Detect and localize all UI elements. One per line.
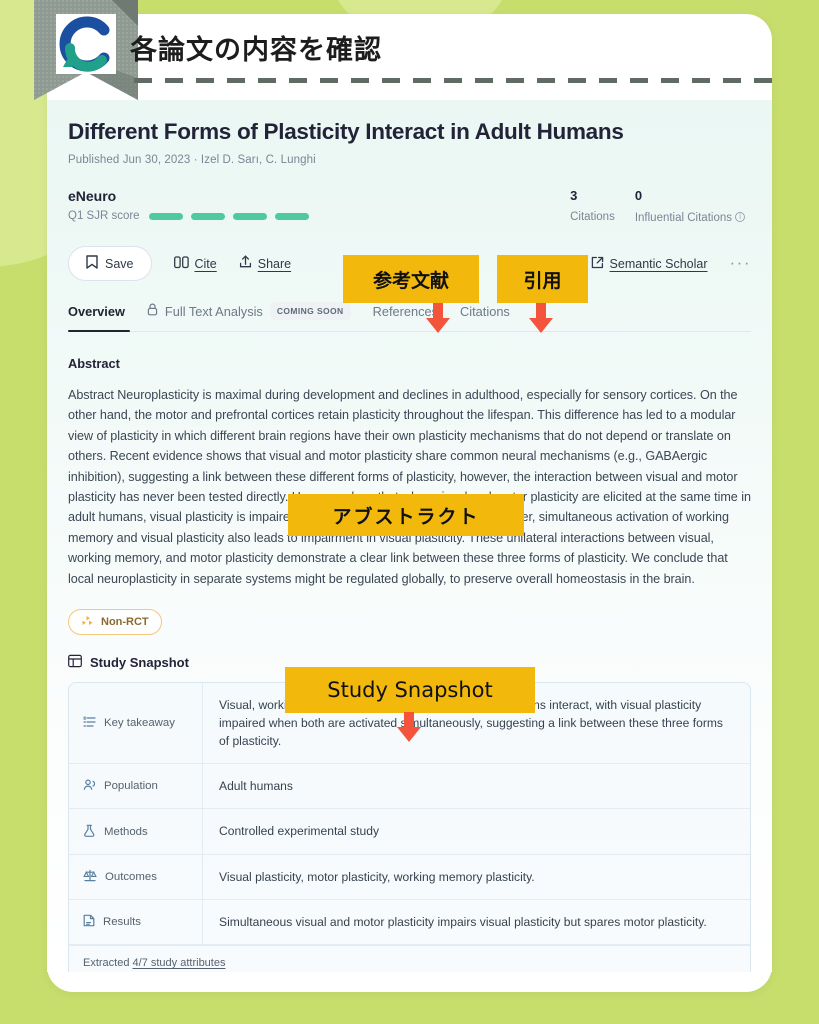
tab-full-text-analysis-label: Full Text Analysis xyxy=(164,303,263,319)
consensus-logo-ribbon xyxy=(34,0,138,118)
citations-label: Citations xyxy=(570,211,615,223)
tab-overview-label: Overview xyxy=(68,303,125,319)
row-value-outcomes: Visual plasticity, motor plasticity, wor… xyxy=(219,869,535,884)
row-key-label: Population xyxy=(104,780,158,793)
journal-block: eNeuro Q1 SJR score xyxy=(68,188,309,222)
row-key-key-takeaway: Key takeaway xyxy=(69,682,203,764)
influential-citations-count: 0 xyxy=(634,188,643,203)
sjr-bar xyxy=(232,212,267,220)
row-value-population: Adult humans xyxy=(219,779,293,794)
flask-icon xyxy=(83,824,96,840)
tab-full-text-analysis[interactable]: Full Text Analysis COMING SOON xyxy=(147,302,351,320)
cite-button[interactable]: Cite xyxy=(173,255,217,272)
paper-meta-row: eNeuro Q1 SJR score 3 Citations 0 Influe… xyxy=(68,188,751,224)
share-label: Share xyxy=(257,256,292,271)
lock-icon xyxy=(147,303,158,319)
table-row: Population Adult humans xyxy=(69,764,750,810)
semantic-scholar-link[interactable]: Semantic Scholar xyxy=(591,256,708,272)
snapshot-footer-prefix: Extracted xyxy=(83,956,133,969)
callout-abstract: アブストラクト xyxy=(288,494,524,536)
save-button[interactable]: Save xyxy=(68,246,152,281)
snapshot-heading-label: Study Snapshot xyxy=(90,654,189,670)
cite-label: Cite xyxy=(194,256,217,271)
row-key-outcomes: Outcomes xyxy=(69,854,203,899)
semantic-scholar-label: Semantic Scholar xyxy=(609,256,708,271)
table-row: Methods Controlled experimental study xyxy=(69,809,750,855)
row-value-results: Simultaneous visual and motor plasticity… xyxy=(219,914,707,929)
tab-citations[interactable]: Citations xyxy=(460,304,510,319)
snapshot-footer: Extracted 4/7 study attributes xyxy=(69,944,750,972)
paper-byline: Published Jun 30, 2023 · Izel D. Sarı, C… xyxy=(68,154,316,166)
citation-metrics: 3 Citations 0 Influential Citations xyxy=(570,188,751,224)
sjr-bar xyxy=(148,212,183,220)
report-icon xyxy=(83,914,95,930)
study-type-badge: Non-RCT xyxy=(68,608,162,635)
abstract-heading: Abstract xyxy=(68,356,120,371)
influential-citations-label: Influential Citations xyxy=(635,211,745,224)
citations-count: 3 xyxy=(570,188,578,203)
arrow-citations xyxy=(527,303,555,333)
quote-icon xyxy=(173,255,189,272)
list-icon xyxy=(83,716,96,731)
divider-dashed xyxy=(134,78,782,83)
arrows-icon xyxy=(81,615,94,629)
active-tab-indicator xyxy=(68,329,130,332)
more-options-button[interactable]: ··· xyxy=(730,254,751,271)
row-key-label: Outcomes xyxy=(105,870,157,883)
bookmark-icon xyxy=(86,255,98,272)
share-icon xyxy=(239,255,252,272)
study-attributes-link[interactable]: 4/7 study attributes xyxy=(133,957,226,969)
arrow-study-snapshot xyxy=(395,712,423,742)
sjr-bars xyxy=(148,212,309,220)
table-icon xyxy=(68,654,82,671)
coming-soon-badge: COMING SOON xyxy=(269,302,351,320)
journal-name: eNeuro xyxy=(68,188,117,204)
sjr-bar xyxy=(190,212,225,220)
tab-overview[interactable]: Overview xyxy=(68,304,125,319)
metric-influential-citations: 0 Influential Citations xyxy=(635,188,745,224)
save-label: Save xyxy=(105,256,134,271)
people-icon xyxy=(83,779,96,794)
table-row: Results Simultaneous visual and motor pl… xyxy=(69,899,750,945)
study-type-label: Non-RCT xyxy=(101,615,149,628)
row-key-results: Results xyxy=(69,899,203,944)
row-value-methods: Controlled experimental study xyxy=(219,824,379,839)
abstract-text: Abstract Neuroplasticity is maximal duri… xyxy=(68,388,751,586)
row-key-population: Population xyxy=(69,764,203,809)
scale-icon xyxy=(83,869,97,885)
paper-title: Different Forms of Plasticity Interact i… xyxy=(68,119,624,144)
callout-references: 参考文献 xyxy=(343,255,479,303)
arrow-references xyxy=(424,303,452,333)
page-title: 各論文の内容を確認 xyxy=(130,35,382,66)
paper-detail-pane: Different Forms of Plasticity Interact i… xyxy=(47,100,772,972)
row-key-label: Results xyxy=(103,915,141,928)
table-row: Outcomes Visual plasticity, motor plasti… xyxy=(69,854,750,900)
callout-study-snapshot: Study Snapshot xyxy=(285,667,535,713)
sjr-label: Q1 SJR score xyxy=(68,210,140,222)
metric-citations: 3 Citations xyxy=(570,188,615,224)
tab-bar: Overview Full Text Analysis COMING SOON … xyxy=(68,302,751,332)
share-button[interactable]: Share xyxy=(239,255,291,272)
sjr-bar xyxy=(274,212,309,220)
row-key-label: Key takeaway xyxy=(104,717,175,730)
callout-citations: 引用 xyxy=(497,255,588,303)
external-link-icon xyxy=(591,256,604,272)
row-key-label: Methods xyxy=(104,825,148,838)
row-key-methods: Methods xyxy=(69,809,203,854)
sjr-score-row: Q1 SJR score xyxy=(68,210,309,222)
info-icon[interactable] xyxy=(735,212,745,222)
tab-citations-label: Citations xyxy=(460,303,510,319)
